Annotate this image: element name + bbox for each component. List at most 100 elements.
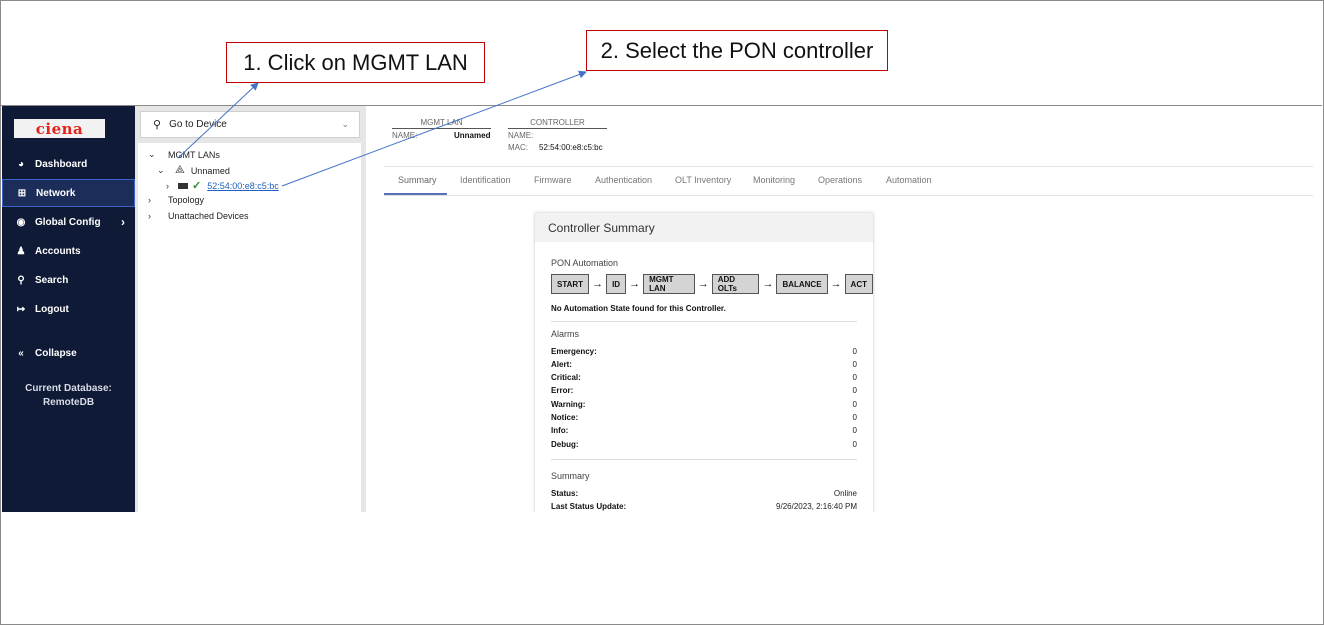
tab-olt-inventory[interactable]: OLT Inventory xyxy=(675,175,731,185)
arrow-right-icon: → xyxy=(762,278,774,290)
nav-global-config[interactable]: ◉ Global Config › xyxy=(2,208,135,236)
current-database-label: Current Database: xyxy=(25,383,112,394)
ciena-logo[interactable]: ciena xyxy=(14,119,105,138)
tree-node-lan-unnamed[interactable]: ⌄ ⟁ Unnamed xyxy=(157,164,230,177)
tree-node-unattached-label: Unattached Devices xyxy=(168,211,249,221)
tab-active-indicator xyxy=(384,193,447,195)
callout-step1-text: 1. Click on MGMT LAN xyxy=(243,49,468,75)
nav-dashboard[interactable]: ◕ Dashboard xyxy=(2,150,135,178)
section-divider xyxy=(551,321,857,322)
nav-collapse[interactable]: « Collapse xyxy=(2,339,135,367)
tree-node-mgmt-lans[interactable]: ⌄ MGMT LANs xyxy=(148,149,220,160)
current-database-name: RemoteDB xyxy=(42,397,95,408)
chevron-down-icon[interactable]: ⌄ xyxy=(148,149,160,160)
tabs-bottom-divider xyxy=(384,195,1313,196)
step-start: START xyxy=(551,274,590,294)
nav-search[interactable]: ⚲ Search xyxy=(2,266,135,294)
tab-authentication[interactable]: Authentication xyxy=(595,175,652,185)
tab-automation[interactable]: Automation xyxy=(886,175,932,185)
alarm-row-debug: Debug: 0 xyxy=(551,440,857,449)
chevron-right-icon[interactable]: › xyxy=(148,211,160,221)
search-icon: ⚲ xyxy=(153,119,162,131)
automation-steps: START → ID → MGMT LAN → ADD OLTs → BALAN… xyxy=(551,273,873,295)
alarm-row-error: Error: 0 xyxy=(551,386,857,395)
tree-node-lan-label: Unnamed xyxy=(190,165,230,176)
card-title: Controller Summary xyxy=(535,213,873,242)
arrow-right-icon: → xyxy=(830,278,842,290)
chevron-down-icon[interactable]: ⌄ xyxy=(157,165,169,176)
callout-step2: 2. Select the PON controller xyxy=(586,30,888,71)
go-to-device-placeholder: Go to Device xyxy=(169,119,227,130)
tab-identification[interactable]: Identification xyxy=(460,175,511,185)
controller-device-icon xyxy=(178,182,188,189)
step-mgmt-lan: MGMT LAN xyxy=(643,274,695,294)
tab-monitoring[interactable]: Monitoring xyxy=(753,175,795,185)
controller-summary-card: Controller Summary PON Automation START … xyxy=(535,213,873,512)
alarm-row-alert: Alert: 0 xyxy=(551,360,857,369)
callout-step2-text: 2. Select the PON controller xyxy=(600,37,874,63)
controller-heading: CONTROLLER xyxy=(508,118,607,129)
globe-icon: ◉ xyxy=(16,216,26,228)
tab-summary[interactable]: Summary xyxy=(398,175,437,185)
step-add-olts: ADD OLTs xyxy=(711,274,760,294)
step-act: ACT xyxy=(844,274,873,294)
mgmt-lan-name-label: NAME: xyxy=(392,131,418,140)
logout-icon: ↦ xyxy=(16,303,26,315)
tab-operations[interactable]: Operations xyxy=(818,175,862,185)
sidebar: ciena ◕ Dashboard ⊞ Network ◉ Global Con… xyxy=(2,106,135,512)
alarm-row-notice: Notice: 0 xyxy=(551,413,857,422)
search-icon: ⚲ xyxy=(17,274,25,286)
section-divider xyxy=(551,459,857,460)
step-balance: BALANCE xyxy=(776,274,828,294)
collapse-icon: « xyxy=(18,347,24,359)
tree-panel: ⚲ Go to Device ⌄ ⌄ MGMT LANs ⌄ ⟁ Unnamed… xyxy=(135,106,366,512)
chevron-right-icon[interactable]: › xyxy=(166,181,178,191)
alarm-row-emergency: Emergency: 0 xyxy=(551,347,857,356)
alarms-title: Alarms xyxy=(551,329,580,339)
main-content: MGMT LAN NAME: Unnamed CONTROLLER NAME: … xyxy=(366,106,1322,512)
users-icon: ♟ xyxy=(16,245,26,257)
tabs-top-divider xyxy=(384,166,1313,167)
nav-global-config-label: Global Config xyxy=(35,216,101,228)
controller-name-label: NAME: xyxy=(508,131,534,140)
controller-mac-label: MAC: xyxy=(508,143,528,152)
arrow-right-icon: → xyxy=(697,278,709,290)
dashboard-icon: ◕ xyxy=(17,158,25,170)
nav-logout-label: Logout xyxy=(35,303,69,315)
step-id: ID xyxy=(606,274,627,294)
automation-state-note: No Automation State found for this Contr… xyxy=(551,304,726,313)
pon-automation-title: PON Automation xyxy=(551,258,619,268)
tree-node-topology-label: Topology xyxy=(168,195,205,205)
summary-title: Summary xyxy=(551,471,590,481)
arrow-right-icon: → xyxy=(629,278,641,290)
alarm-row-info: Info: 0 xyxy=(551,426,857,435)
controller-mac-value: 52:54:00:e8:c5:bc xyxy=(539,143,603,152)
nav-dashboard-label: Dashboard xyxy=(35,158,88,170)
tree-node-controller[interactable]: › ✓ 52:54:00:e8:c5:bc xyxy=(166,179,279,192)
nav-logout[interactable]: ↦ Logout xyxy=(2,295,135,323)
status-row: Status: Online xyxy=(551,489,857,498)
mgmt-lan-heading: MGMT LAN xyxy=(392,118,491,129)
lan-icon: ⟁ xyxy=(175,164,185,176)
chevron-right-icon[interactable]: › xyxy=(148,195,160,205)
nav-collapse-label: Collapse xyxy=(35,347,77,359)
last-update-row: Last Status Update: 9/26/2023, 2:16:40 PM xyxy=(551,502,857,511)
nav-network-label: Network xyxy=(36,187,76,199)
check-icon: ✓ xyxy=(192,180,202,192)
tree-node-topology[interactable]: › Topology xyxy=(148,195,204,205)
chevron-down-icon[interactable]: ⌄ xyxy=(341,119,349,130)
go-to-device-input[interactable]: ⚲ Go to Device ⌄ xyxy=(140,111,360,138)
controller-mac-link[interactable]: 52:54:00:e8:c5:bc xyxy=(207,181,279,191)
tree-node-unattached[interactable]: › Unattached Devices xyxy=(148,211,249,221)
nav-network[interactable]: ⊞ Network xyxy=(2,179,135,207)
mgmt-lan-name-value[interactable]: Unnamed xyxy=(454,131,490,140)
nav-search-label: Search xyxy=(35,274,69,286)
tree-node-mgmt-lans-label: MGMT LANs xyxy=(168,149,220,160)
device-tree: ⌄ MGMT LANs ⌄ ⟁ Unnamed › ✓ 52:54:00:e8:… xyxy=(138,143,361,512)
arrow-right-icon: → xyxy=(592,278,604,290)
alarm-row-warning: Warning: 0 xyxy=(551,400,857,409)
nav-accounts[interactable]: ♟ Accounts xyxy=(2,237,135,265)
current-database: Current Database: RemoteDB xyxy=(2,382,135,410)
tab-firmware[interactable]: Firmware xyxy=(534,175,572,185)
network-icon: ⊞ xyxy=(17,187,27,199)
